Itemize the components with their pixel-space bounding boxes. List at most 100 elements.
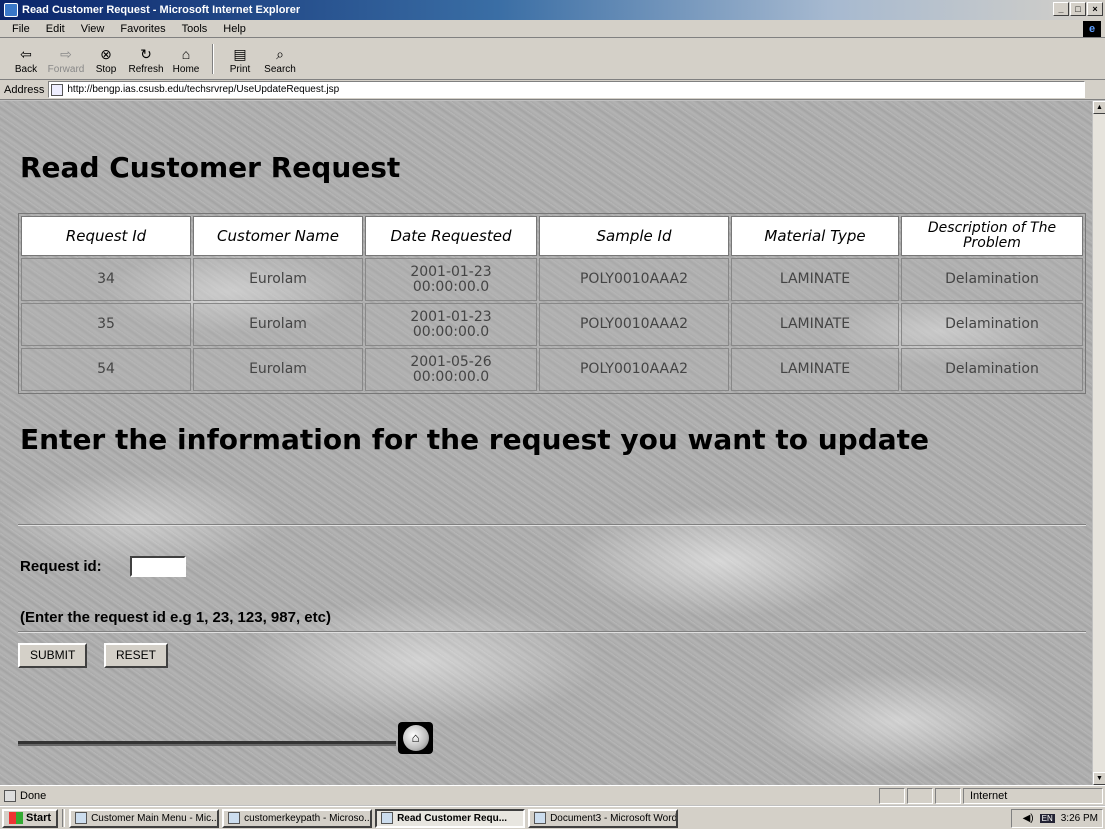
reset-button[interactable]: RESET (104, 643, 169, 668)
cell-description: Delamination (901, 303, 1083, 346)
request-id-hint: (Enter the request id e.g 1, 23, 123, 98… (20, 609, 331, 626)
vertical-scrollbar[interactable]: ▲ ▼ (1092, 101, 1105, 785)
menu-tools[interactable]: Tools (174, 23, 216, 35)
cell-request-id: 54 (21, 348, 191, 391)
back-arrow-icon: ⇦ (20, 45, 32, 62)
task-customerkeypath[interactable]: customerkeypath - Microso... (222, 808, 373, 828)
title-bar: Read Customer Request - Microsoft Intern… (0, 0, 1105, 20)
status-text: Done (0, 789, 879, 802)
cell-date: 2001-05-26 00:00:00.0 (365, 348, 537, 391)
submit-button[interactable]: SUBMIT (18, 643, 88, 668)
scroll-up-icon[interactable]: ▲ (1093, 101, 1105, 114)
menu-favorites[interactable]: Favorites (112, 23, 173, 35)
scroll-down-icon[interactable]: ▼ (1093, 772, 1105, 785)
menu-file[interactable]: File (4, 23, 38, 35)
status-bar: Done Internet (0, 785, 1105, 805)
table-row: 34 Eurolam 2001-01-23 00:00:00.0 POLY0010… (21, 258, 1083, 301)
cell-customer: Eurolam (193, 303, 363, 346)
menu-edit[interactable]: Edit (38, 23, 73, 35)
ie-icon (4, 3, 18, 17)
home-icon: ⌂ (181, 45, 191, 62)
ie-task-icon (75, 812, 88, 824)
stop-icon: ⊗ (100, 45, 112, 62)
cell-description: Delamination (901, 258, 1083, 301)
cell-sample-id: POLY0010AAA2 (539, 303, 729, 346)
cell-sample-id: POLY0010AAA2 (539, 258, 729, 301)
cell-material: LAMINATE (731, 258, 899, 301)
address-url: http://bengp.ias.csusb.edu/techsrvrep/Us… (67, 84, 340, 95)
cell-description: Delamination (901, 348, 1083, 391)
minimize-button[interactable]: _ (1053, 2, 1069, 16)
cell-request-id: 34 (21, 258, 191, 301)
windows-logo-icon (9, 812, 23, 824)
decorative-rule (18, 741, 396, 746)
toolbar: ⇦ Back ⇨ Forward ⊗ Stop ↻ Refresh ⌂ Home… (0, 38, 1105, 80)
task-read-customer-request[interactable]: Read Customer Requ... (375, 808, 526, 828)
request-id-input[interactable] (130, 556, 186, 577)
stop-button[interactable]: ⊗ Stop (86, 41, 126, 77)
system-tray: ◀) EN 3:26 PM (1011, 809, 1103, 828)
word-task-icon (534, 812, 547, 824)
word-task-icon (228, 812, 241, 824)
home-globe-icon: ⌂ (402, 725, 429, 751)
task-document3[interactable]: Document3 - Microsoft Word (528, 808, 679, 828)
status-cell (935, 787, 961, 804)
address-input[interactable]: http://bengp.ias.csusb.edu/techsrvrep/Us… (48, 81, 1085, 98)
security-zone: Internet (963, 787, 1103, 804)
home-link[interactable]: ⌂ (398, 722, 433, 754)
cell-request-id: 35 (21, 303, 191, 346)
page-done-icon (4, 789, 16, 802)
maximize-button[interactable]: □ (1070, 2, 1086, 16)
cell-sample-id: POLY0010AAA2 (539, 348, 729, 391)
menu-help[interactable]: Help (215, 23, 254, 35)
keyboard-icon[interactable]: EN (1039, 814, 1055, 823)
cell-date: 2001-01-23 00:00:00.0 (365, 258, 537, 301)
header-customer-name: Customer Name (193, 216, 363, 256)
start-button[interactable]: Start (2, 808, 59, 828)
cell-material: LAMINATE (731, 303, 899, 346)
menu-bar: File Edit View Favorites Tools Help e (0, 20, 1105, 38)
taskbar: Start Customer Main Menu - Mic... custom… (0, 806, 1105, 829)
table-header-row: Request Id Customer Name Date Requested … (21, 216, 1083, 256)
toolbar-separator (212, 43, 214, 74)
request-id-label: Request id: (20, 558, 102, 575)
table-row: 35 Eurolam 2001-01-23 00:00:00.0 POLY0010… (21, 303, 1083, 346)
task-customer-main-menu[interactable]: Customer Main Menu - Mic... (69, 808, 220, 828)
header-description: Description of The Problem (901, 216, 1083, 256)
cell-material: LAMINATE (731, 348, 899, 391)
page-title: Read Customer Request (20, 151, 401, 184)
page-viewport: Read Customer Request Request Id Custome… (0, 101, 1092, 785)
back-button[interactable]: ⇦ Back (6, 41, 46, 77)
cell-date: 2001-01-23 00:00:00.0 (365, 303, 537, 346)
status-cell (907, 787, 933, 804)
speaker-icon[interactable]: ◀) (1023, 813, 1034, 824)
search-icon: ⌕ (276, 45, 284, 62)
address-label: Address (4, 83, 45, 96)
header-sample-id: Sample Id (539, 216, 729, 256)
cell-customer: Eurolam (193, 348, 363, 391)
header-request-id: Request Id (21, 216, 191, 256)
menu-view[interactable]: View (73, 23, 113, 35)
forward-arrow-icon: ⇨ (60, 45, 72, 62)
header-material-type: Material Type (731, 216, 899, 256)
refresh-icon: ↻ (140, 45, 152, 62)
printer-icon: ▤ (233, 45, 247, 62)
table-row: 54 Eurolam 2001-05-26 00:00:00.0 POLY0010… (21, 348, 1083, 391)
address-bar: Address http://bengp.ias.csusb.edu/techs… (0, 80, 1105, 100)
instruction-heading: Enter the information for the request yo… (20, 423, 930, 456)
clock: 3:26 PM (1060, 813, 1098, 824)
ie-task-icon (381, 812, 394, 824)
requests-table: Request Id Customer Name Date Requested … (18, 213, 1086, 394)
print-button[interactable]: ▤ Print (220, 41, 260, 77)
header-date-requested: Date Requested (365, 216, 537, 256)
cell-customer: Eurolam (193, 258, 363, 301)
search-button[interactable]: ⌕ Search (260, 41, 300, 77)
divider (18, 631, 1086, 633)
forward-button[interactable]: ⇨ Forward (46, 41, 86, 77)
page-icon (51, 83, 64, 96)
refresh-button[interactable]: ↻ Refresh (126, 41, 166, 77)
status-cell (879, 787, 905, 804)
home-button[interactable]: ⌂ Home (166, 41, 206, 77)
close-button[interactable]: × (1087, 2, 1103, 16)
divider (18, 524, 1086, 526)
